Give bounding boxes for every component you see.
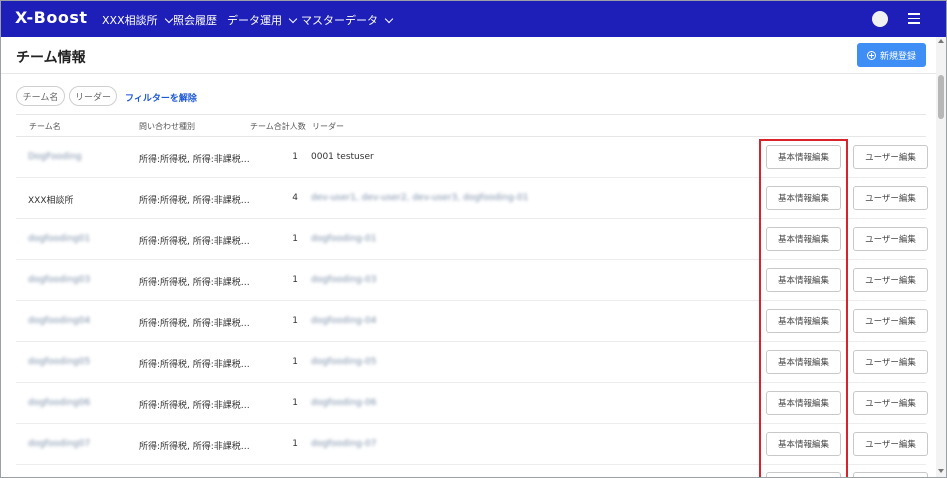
member-count-cell: 1	[292, 234, 298, 244]
edit-basic-info-button[interactable]	[766, 472, 841, 477]
table-row: XXX相談所 所得:所得税, 所得:非課税… 4 dev-user1, dev-use…	[16, 178, 928, 219]
inquiry-type-cell: 所得:所得税, 所得:非課税…	[139, 155, 250, 165]
member-count-cell: 1	[292, 439, 298, 449]
table-row: dogfooding05 所得:所得税, 所得:非課税… 1 dogfooding-0…	[16, 342, 928, 383]
chevron-down-icon	[288, 14, 298, 23]
edit-user-button[interactable]: ユーザー編集	[853, 432, 928, 456]
scroll-down-icon[interactable]	[938, 469, 944, 473]
team-name-cell: dogfooding05	[28, 357, 91, 367]
inquiry-type-cell: 所得:所得税, 所得:非課税…	[139, 196, 250, 206]
inquiry-type-cell: 所得:所得税, 所得:非課税…	[139, 401, 250, 411]
table-row: dogfooding06 所得:所得税, 所得:非課税… 1 dogfooding-0…	[16, 383, 928, 424]
member-count-cell: 4	[292, 193, 298, 203]
edit-basic-info-button[interactable]: 基本情報編集	[766, 268, 841, 292]
app-window: X-Boost XXX相談所 照会履歴 データ運用 マスターデータ チーム情報 …	[0, 0, 947, 478]
edit-basic-info-button[interactable]: 基本情報編集	[766, 145, 841, 169]
plus-circle-icon	[866, 50, 876, 60]
edit-basic-info-button[interactable]: 基本情報編集	[766, 350, 841, 374]
leader-cell: dogfooding-06	[311, 398, 377, 408]
edit-user-button[interactable]: ユーザー編集	[853, 186, 928, 210]
table-row: dogfooding07 所得:所得税, 所得:非課税… 1 dogfooding-0…	[16, 424, 928, 465]
team-name-cell: dogfooding04	[28, 316, 91, 326]
scrollbar-thumb[interactable]	[938, 75, 944, 119]
page-title: チーム情報	[16, 50, 86, 66]
column-header-count[interactable]: チーム合計人数	[250, 121, 306, 132]
edit-user-button[interactable]	[853, 472, 928, 477]
leader-cell: dogfooding-04	[311, 316, 377, 326]
logo[interactable]: X-Boost	[15, 8, 88, 27]
nav-item-label: マスターデータ	[301, 14, 378, 27]
team-name-cell: dogfooding01	[28, 234, 91, 244]
table-row: dogfooding04 所得:所得税, 所得:非課税… 1 dogfooding-0…	[16, 301, 928, 342]
edit-basic-info-button[interactable]: 基本情報編集	[766, 309, 841, 333]
inquiry-type-cell: 所得:所得税, 所得:非課税…	[139, 319, 250, 329]
table-row: dogfooding01 所得:所得税, 所得:非課税… 1 dogfooding-0…	[16, 219, 928, 260]
leader-cell: dogfooding-07	[311, 439, 377, 449]
member-count-cell: 1	[292, 357, 298, 367]
inquiry-type-cell: 所得:所得税, 所得:非課税…	[139, 360, 250, 370]
leader-cell: dogfooding-01	[311, 234, 377, 244]
team-name-cell: DogFooding	[28, 152, 82, 162]
edit-basic-info-button[interactable]: 基本情報編集	[766, 391, 841, 415]
nav-item-data-ops[interactable]: データ運用	[227, 12, 298, 28]
nav-item-master-data[interactable]: マスターデータ	[301, 12, 394, 28]
nav-item-label: 照会履歴	[173, 14, 217, 27]
edit-user-button[interactable]: ユーザー編集	[853, 350, 928, 374]
table-row: DogFooding 所得:所得税, 所得:非課税… 1 0001 testuser 基…	[16, 137, 928, 178]
divider	[16, 114, 926, 115]
new-register-button[interactable]: 新規登録	[857, 43, 926, 67]
edit-user-button[interactable]: ユーザー編集	[853, 268, 928, 292]
avatar[interactable]	[872, 11, 888, 27]
leader-cell: 0001 testuser	[311, 152, 374, 162]
member-count-cell: 1	[292, 275, 298, 285]
column-header-leader[interactable]: リーダー	[312, 121, 344, 132]
team-name-cell: dogfooding07	[28, 439, 91, 449]
menu-icon[interactable]	[908, 13, 920, 24]
filter-chip-team-name[interactable]: チーム名	[16, 86, 65, 106]
chevron-down-icon	[384, 14, 394, 23]
member-count-cell: 1	[292, 152, 298, 162]
team-name-cell: dogfooding06	[28, 398, 91, 408]
column-header-types[interactable]: 問い合わせ種別	[139, 121, 195, 132]
inquiry-type-cell: 所得:所得税, 所得:非課税…	[139, 278, 250, 288]
leader-cell: dogfooding-03	[311, 275, 377, 285]
table-row: dogfooding03 所得:所得税, 所得:非課税… 1 dogfooding-0…	[16, 260, 928, 301]
divider	[1, 73, 936, 74]
edit-basic-info-button[interactable]: 基本情報編集	[766, 432, 841, 456]
edit-user-button[interactable]: ユーザー編集	[853, 391, 928, 415]
filter-chip-leader[interactable]: リーダー	[69, 86, 117, 106]
inquiry-type-cell: 所得:所得税, 所得:非課税…	[139, 442, 250, 452]
edit-user-button[interactable]: ユーザー編集	[853, 227, 928, 251]
edit-user-button[interactable]: ユーザー編集	[853, 309, 928, 333]
leader-cell: dev-user1, dev-user2, dev-user3, dogfood…	[311, 193, 529, 203]
member-count-cell: 1	[292, 316, 298, 326]
nav-item-history[interactable]: 照会履歴	[173, 12, 217, 28]
clear-filter-link[interactable]: フィルターを解除	[125, 91, 197, 104]
member-count-cell: 1	[292, 398, 298, 408]
inquiry-type-cell: 所得:所得税, 所得:非課税…	[139, 237, 250, 247]
chevron-down-icon	[164, 14, 173, 23]
top-nav: X-Boost XXX相談所 照会履歴 データ運用 マスターデータ	[1, 1, 946, 37]
team-name-cell: XXX相談所	[28, 196, 74, 206]
team-name-cell: dogfooding03	[28, 275, 91, 285]
scroll-up-icon[interactable]	[938, 39, 944, 43]
new-register-label: 新規登録	[879, 51, 916, 62]
column-header-team[interactable]: チーム名	[29, 121, 61, 132]
edit-basic-info-button[interactable]: 基本情報編集	[766, 227, 841, 251]
edit-basic-info-button[interactable]: 基本情報編集	[766, 186, 841, 210]
edit-user-button[interactable]: ユーザー編集	[853, 145, 928, 169]
leader-cell: dogfooding-05	[311, 357, 377, 367]
nav-item-label: データ運用	[227, 14, 282, 27]
nav-item-label: XXX相談所	[102, 14, 158, 27]
nav-item-consultation[interactable]: XXX相談所	[102, 12, 173, 28]
